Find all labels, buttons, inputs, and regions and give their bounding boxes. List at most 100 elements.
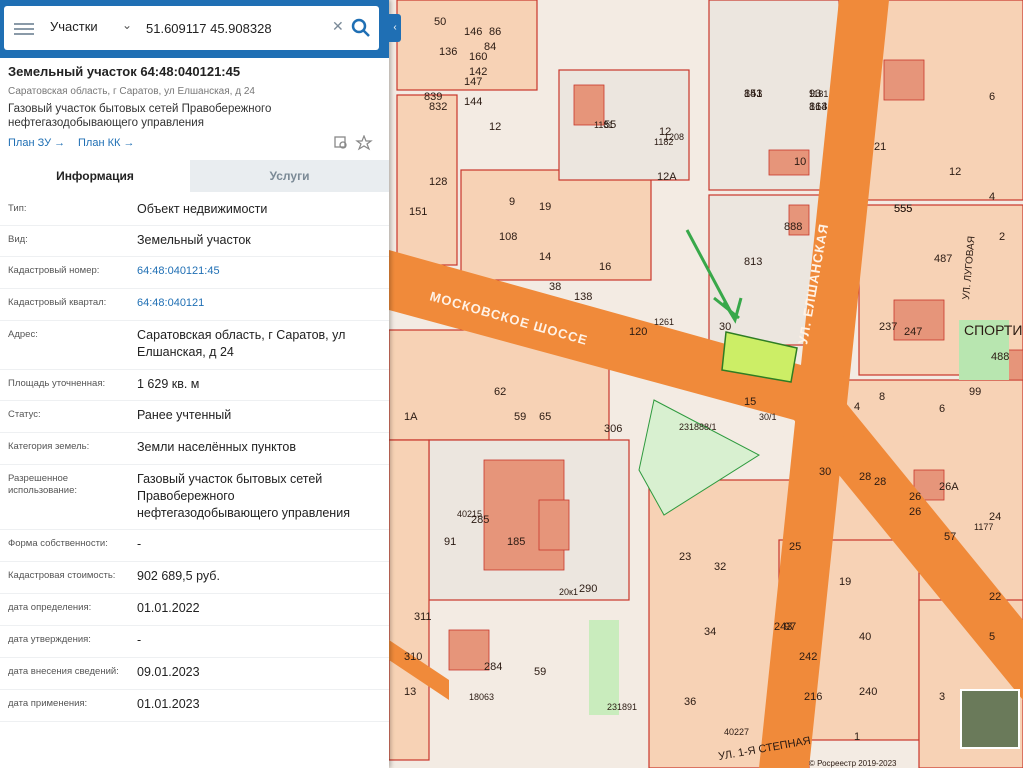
parcel-number: 144 — [464, 96, 482, 108]
parcel-number: 28 — [874, 476, 886, 488]
search-input[interactable] — [144, 16, 328, 40]
attribute-value: Саратовская область, г Саратов, ул Елшан… — [137, 328, 346, 359]
parcel-number: 50 — [434, 16, 446, 28]
parcel-number: 57 — [944, 531, 956, 543]
attribute-value: Газовый участок бытовых сетей Правобереж… — [137, 472, 350, 520]
attribute-value: 01.01.2023 — [137, 697, 200, 711]
parcel-number: 19 — [539, 201, 551, 213]
attribute-row: Разрешенное использование: Газовый участо… — [0, 465, 389, 530]
parcel-number: 26А — [939, 481, 959, 493]
attribute-row: Кадастровая стоимость: 902 689,5 руб. — [0, 562, 389, 594]
star-icon[interactable] — [355, 135, 373, 151]
parcel-address: Саратовская область, г Саратов, ул Елшан… — [8, 86, 255, 97]
parcel-number: 19 — [839, 576, 851, 588]
zoom-to-icon[interactable] — [334, 136, 347, 149]
attribute-key: Форма собственности: — [8, 538, 108, 549]
attribute-value: Земли населённых пунктов — [137, 440, 296, 454]
attribute-row: Кадастровый квартал: 64:48:040121 — [0, 289, 389, 321]
search-box: Участки ⌄ ✕ — [4, 6, 379, 50]
parcel-number: 59 — [514, 411, 526, 423]
cadastral-map[interactable]: МОСКОВСКОЕ ШОССЕ УЛ. ЕЛШАНСКАЯ УЛ. 1-Я С… — [389, 0, 1023, 768]
attribute-key: дата утверждения: — [8, 634, 91, 645]
parcel-number: 243 — [774, 621, 792, 633]
parcel-number: 99 — [969, 386, 981, 398]
attribute-value: 1 629 кв. м — [137, 377, 200, 391]
parcel-number: 21 — [874, 141, 886, 153]
parcel-number: 40 — [859, 631, 871, 643]
green-area — [589, 620, 619, 715]
parcel-number: 488 — [991, 351, 1009, 363]
parcel-number: 1181 — [809, 89, 828, 99]
satellite-thumbnail[interactable] — [960, 689, 1020, 749]
clear-icon[interactable]: ✕ — [332, 18, 344, 35]
parcel-number: 32 — [714, 561, 726, 573]
attribute-key: дата применения: — [8, 698, 88, 709]
attribute-key: Разрешенное использование: — [8, 473, 78, 496]
tab-services[interactable]: Услуги — [190, 160, 389, 192]
parcel-number: 555 — [894, 203, 912, 215]
parcel-number: 108 — [499, 231, 517, 243]
parcel-number: 6 — [989, 91, 995, 103]
parcel-number: 284 — [484, 661, 502, 673]
attribute-link[interactable]: 64:48:040121:45 — [137, 263, 377, 280]
parcel-number: 888 — [784, 221, 802, 233]
attribute-value: Объект недвижимости — [137, 202, 268, 216]
parcel-number: 28 — [859, 471, 871, 483]
menu-icon[interactable] — [14, 20, 34, 36]
parcel-number: 14 — [539, 251, 551, 263]
parcel-number: 8 — [879, 391, 885, 403]
attribute-key: Кадастровый квартал: — [8, 297, 107, 308]
parcel-number: 30/1 — [759, 412, 777, 422]
plan-kk-link[interactable]: План КК → — [78, 137, 134, 149]
attributes-table: Тип: Объект недвижимости Вид: Земельный уча… — [0, 195, 389, 722]
attribute-key: Категория земель: — [8, 441, 90, 452]
parcel-number: 151 — [409, 206, 427, 218]
parcel-number: 34 — [704, 626, 716, 638]
parcel-number: 20к1 — [559, 587, 578, 597]
parcel-number: 153 — [744, 88, 762, 100]
parcel-number: 231888/1 — [679, 422, 717, 432]
tab-information[interactable]: Информация — [0, 160, 190, 192]
attribute-row: дата применения: 01.01.2023 — [0, 690, 389, 722]
parcel-number: 813 — [744, 256, 762, 268]
attribute-row: Вид: Земельный участок — [0, 226, 389, 257]
copyright-text: © Росреестр 2019-2023 — [809, 759, 897, 768]
attribute-row: дата внесения сведений: 09.01.2023 — [0, 658, 389, 690]
attribute-link[interactable]: 64:48:040121 — [137, 295, 377, 312]
parcel-number: 59 — [534, 666, 546, 678]
parcel-number: 12А — [657, 171, 677, 183]
chevron-down-icon[interactable]: ⌄ — [122, 18, 132, 32]
parcel-number: 1261 — [654, 317, 674, 327]
collapse-panel-icon[interactable]: ‹ — [389, 14, 401, 42]
attribute-key: Адрес: — [8, 329, 38, 340]
plan-zu-link[interactable]: План ЗУ → — [8, 137, 65, 149]
parcel-number: 120 — [629, 326, 647, 338]
parcel-number: 147 — [464, 76, 482, 88]
parcel-number: 231891 — [607, 702, 637, 712]
attribute-key: дата внесения сведений: — [8, 666, 119, 677]
parcel-number: 306 — [604, 423, 622, 435]
map-canvas[interactable]: МОСКОВСКОЕ ШОССЕ УЛ. ЕЛШАНСКАЯ УЛ. 1-Я С… — [389, 0, 1023, 768]
layer-select[interactable]: Участки — [50, 19, 98, 34]
parcel-number: 5 — [989, 631, 995, 643]
parcel-number: 13 — [404, 686, 416, 698]
parcel-number: 240 — [859, 686, 877, 698]
parcel-number: 138 — [574, 291, 592, 303]
parcel-number: 38 — [549, 281, 561, 293]
action-icons — [334, 135, 373, 151]
parcel-number: 65 — [539, 411, 551, 423]
parcel-description: Газовый участок бытовых сетей Правобереж… — [8, 103, 272, 129]
parcel-number: 62 — [494, 386, 506, 398]
parcel-number: 30 — [719, 321, 731, 333]
parcel-number: 1177 — [974, 522, 993, 532]
attribute-key: Вид: — [8, 234, 28, 245]
attribute-row: дата определения: 01.01.2022 — [0, 594, 389, 626]
parcel-number: 30 — [819, 466, 831, 478]
parcel-number: 247 — [904, 326, 922, 338]
search-bar: Участки ⌄ ✕ — [0, 0, 389, 58]
attribute-key: дата определения: — [8, 602, 92, 613]
parcel-number: 487 — [934, 253, 952, 265]
search-icon[interactable] — [348, 15, 374, 41]
attribute-row: Статус: Ранее учтенный — [0, 401, 389, 433]
parcel-number: 185 — [507, 536, 525, 548]
